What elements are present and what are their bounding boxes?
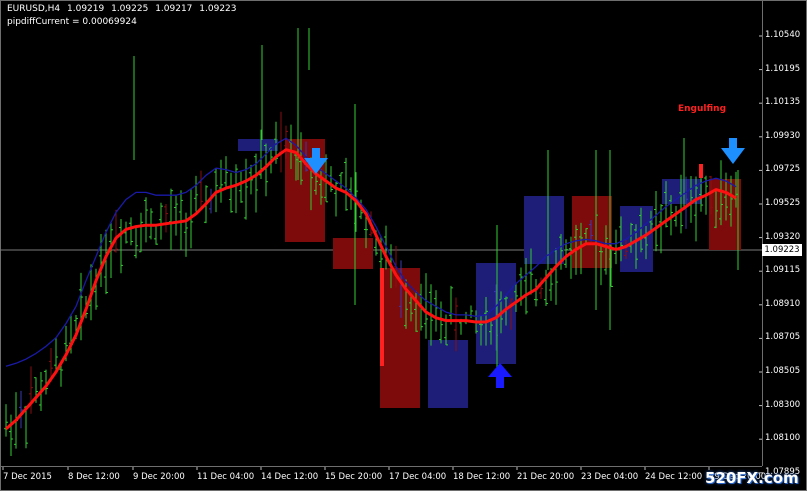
ohlc-low: 1.09217 — [155, 4, 193, 14]
signal-bar — [699, 164, 703, 178]
symbol-timeframe: EURUSD,H4 — [7, 4, 61, 14]
sell-arrow-icon-shaft — [729, 138, 737, 149]
time-tick-label: 18 Dec 12:00 — [453, 472, 511, 482]
price-tick-label: 1.09115 — [765, 265, 801, 276]
sell-arrow-icon — [721, 148, 745, 164]
indicator-readout: pipdiffCurrent = 0.00069924 — [7, 17, 137, 27]
price-tick-label: 1.08300 — [765, 399, 801, 410]
buy-arrow-icon-shaft — [496, 376, 504, 388]
time-tick-label: 15 Dec 20:00 — [325, 472, 383, 482]
buy-arrow-icon — [488, 363, 512, 377]
price-tick-label: 1.09725 — [765, 164, 801, 175]
sell-arrow-icon-shaft — [312, 148, 320, 159]
current-price-label: 1.09223 — [762, 244, 802, 256]
time-tick-label: 11 Dec 04:00 — [197, 472, 255, 482]
price-scale-border — [762, 0, 763, 466]
ohlc-high: 1.09225 — [111, 4, 149, 14]
price-tick-label: 1.08910 — [765, 298, 801, 309]
signal-bar — [380, 268, 384, 366]
time-tick-label: 14 Dec 12:00 — [261, 472, 319, 482]
price-tick-label: 1.10135 — [765, 97, 801, 108]
time-tick-label: 8 Dec 12:00 — [68, 472, 120, 482]
engulfing-pattern-label: Engulfing — [678, 104, 727, 114]
time-scale-border — [0, 466, 762, 467]
price-tick-label: 1.10540 — [765, 30, 801, 40]
ohlc-open: 1.09219 — [67, 4, 105, 14]
range-box — [333, 238, 373, 269]
price-tick-label: 1.09320 — [765, 231, 801, 242]
price-tick-label: 1.08505 — [765, 366, 801, 376]
time-tick-label: 24 Dec 12:00 — [645, 472, 703, 482]
price-tick-label: 1.09930 — [765, 130, 801, 141]
slow-moving-average-line — [5, 148, 737, 431]
time-tick-label: 21 Dec 20:00 — [517, 472, 575, 482]
ohlc-close: 1.09223 — [199, 4, 237, 14]
time-tick-label: 23 Dec 04:00 — [581, 472, 639, 482]
price-tick-label: 1.08705 — [765, 332, 801, 343]
range-box — [524, 196, 564, 264]
time-tick-label: 7 Dec 2015 — [3, 472, 52, 482]
price-chart[interactable] — [0, 0, 807, 491]
price-tick-label: 1.09525 — [765, 198, 801, 208]
range-box — [428, 340, 468, 408]
chart-header: EURUSD,H4 1.09219 1.09225 1.09217 1.0922… — [7, 4, 241, 14]
range-box — [380, 268, 420, 408]
time-tick-label: 9 Dec 20:00 — [133, 472, 185, 482]
watermark-logo: 520FX.com — [705, 469, 799, 487]
range-box — [238, 139, 278, 151]
price-tick-label: 1.08100 — [765, 433, 801, 444]
time-tick-label: 17 Dec 04:00 — [389, 472, 447, 482]
price-tick-label: 1.10195 — [765, 63, 801, 74]
